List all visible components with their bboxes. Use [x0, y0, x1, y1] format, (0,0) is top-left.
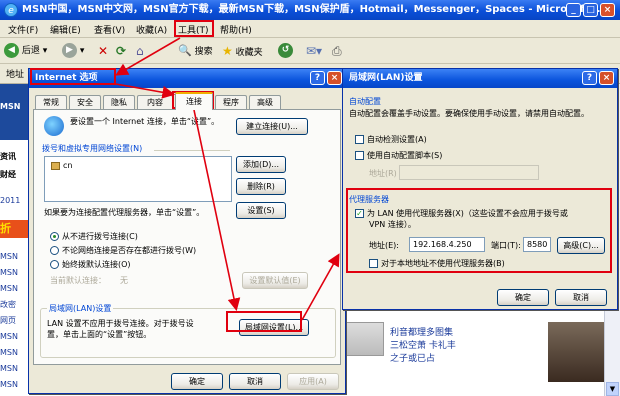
- arrow-title-to-tab: [115, 83, 176, 99]
- arrow-tab-to-lan: [193, 109, 241, 312]
- arrow-tools-to-options: [115, 37, 181, 76]
- annotation-arrows: [115, 37, 340, 321]
- tab-connections[interactable]: 连接: [175, 92, 213, 110]
- arrow-lan-to-proxy: [301, 253, 340, 321]
